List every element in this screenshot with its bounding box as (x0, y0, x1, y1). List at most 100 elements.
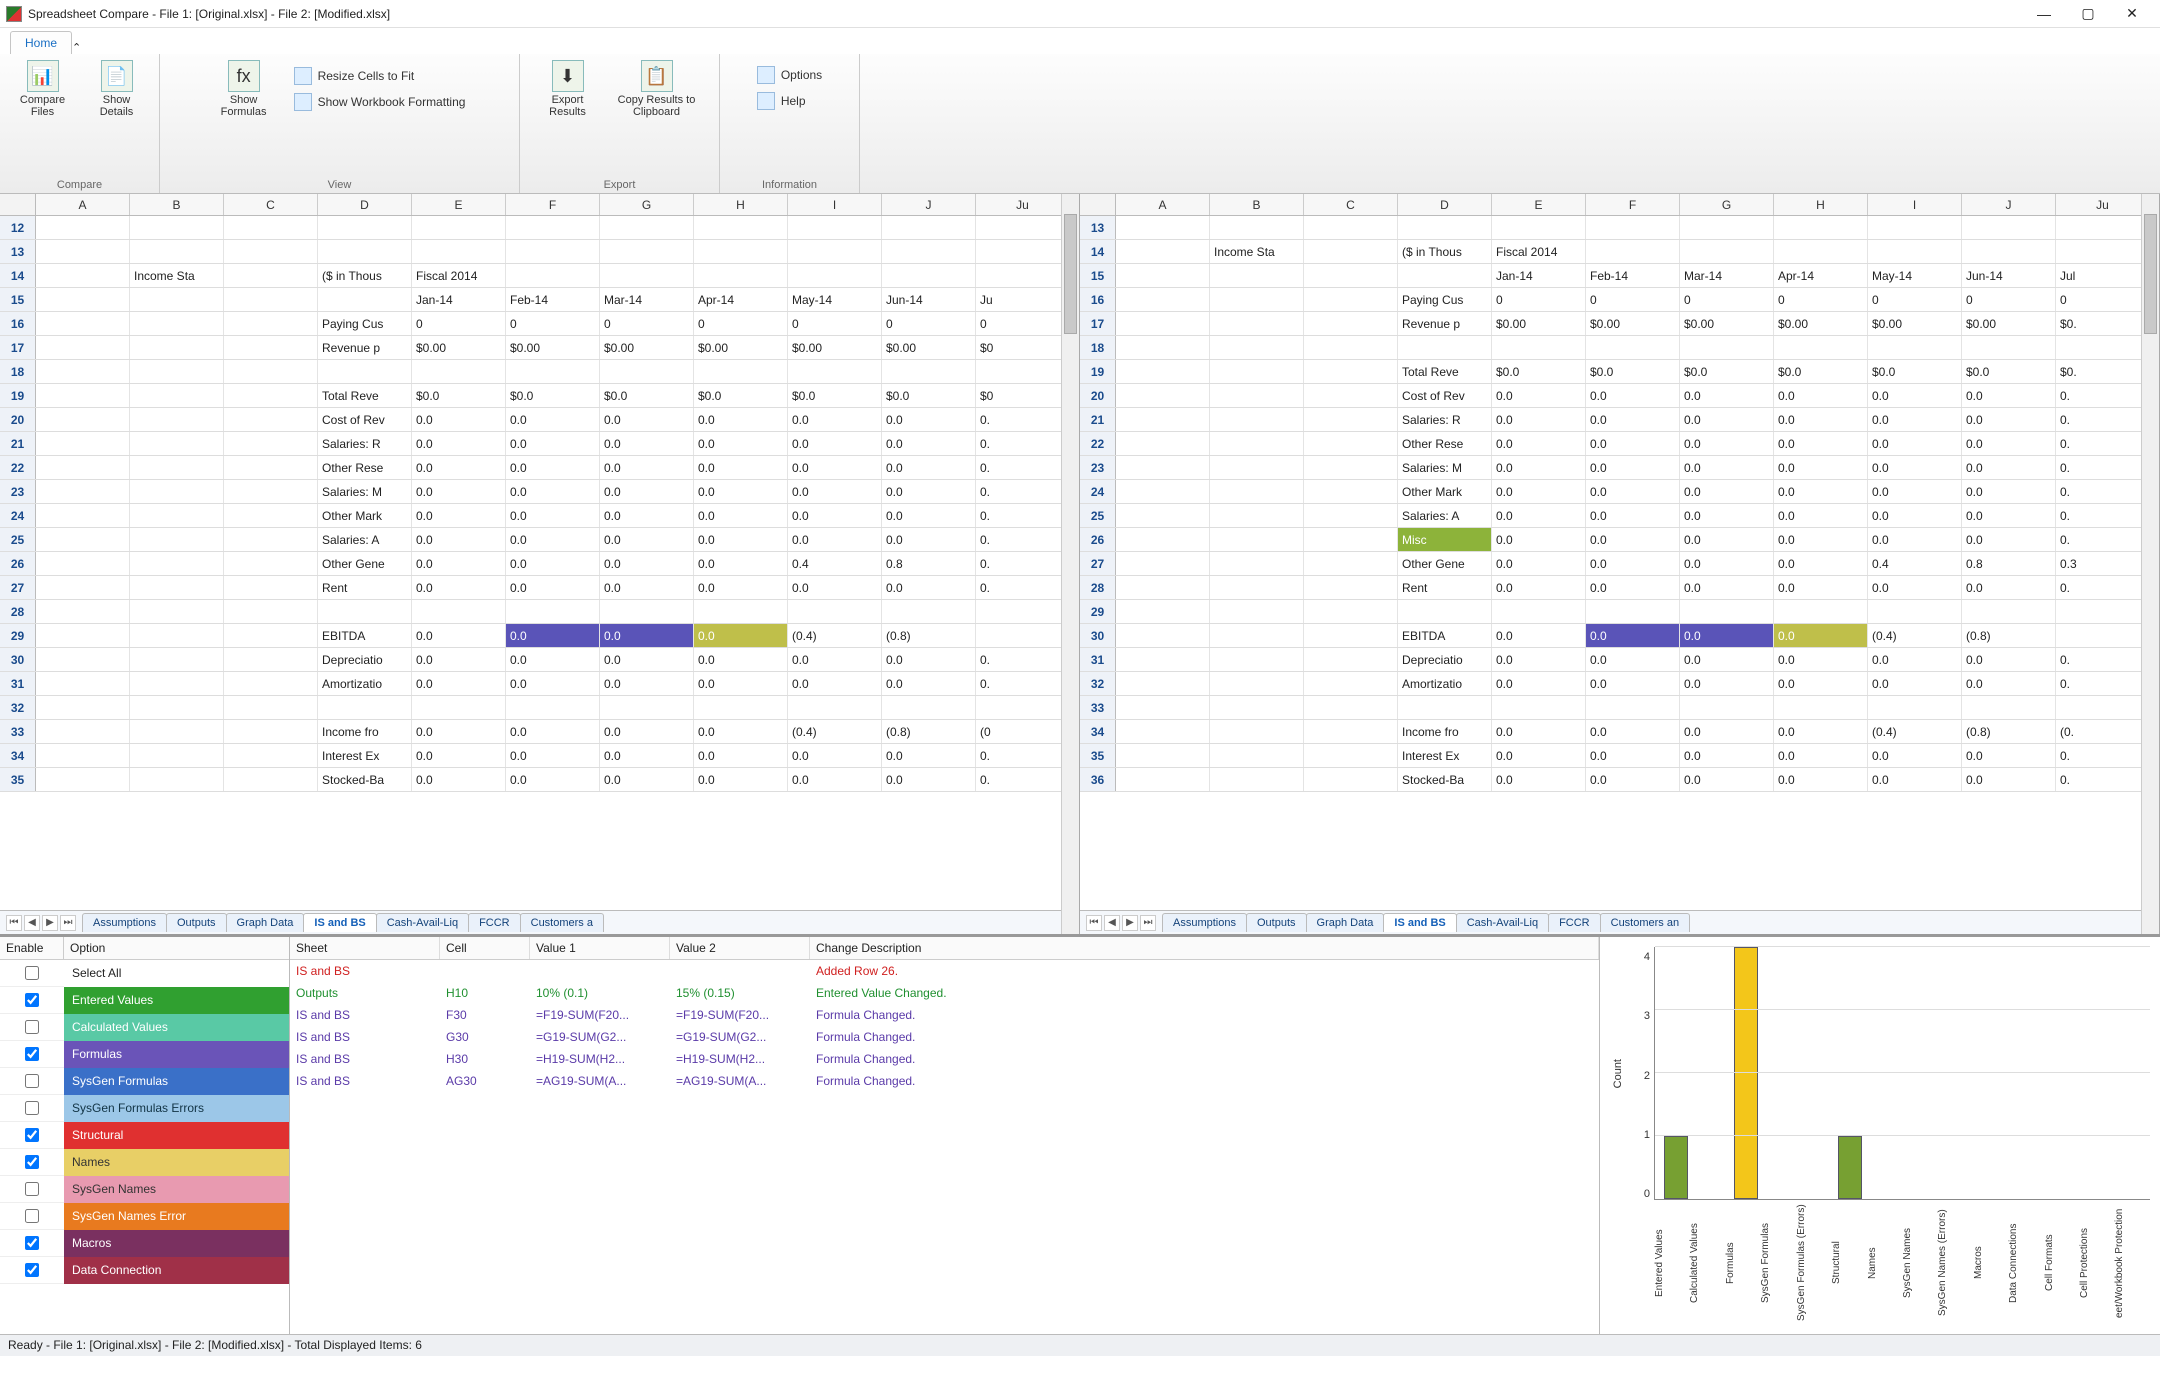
sheet-tab[interactable]: Customers an (1600, 913, 1690, 932)
cell[interactable]: 0.0 (1680, 768, 1774, 791)
cell[interactable]: 0.0 (1586, 720, 1680, 743)
cell[interactable]: 0.0 (1680, 648, 1774, 671)
cell[interactable]: $0.0 (506, 384, 600, 407)
option-checkbox[interactable] (25, 966, 39, 980)
right-scrollbar[interactable] (2141, 194, 2159, 934)
cell[interactable]: $0.0 (882, 384, 976, 407)
cell[interactable] (130, 720, 224, 743)
cell[interactable]: 0.0 (1586, 432, 1680, 455)
row-header[interactable]: 17 (0, 336, 36, 359)
option-label[interactable]: SysGen Formulas Errors (64, 1095, 289, 1122)
cell[interactable]: 0.0 (506, 408, 600, 431)
cell[interactable] (882, 600, 976, 623)
cell[interactable] (1210, 336, 1304, 359)
cell[interactable] (36, 216, 130, 239)
row-header[interactable]: 16 (0, 312, 36, 335)
cell[interactable]: 0.0 (506, 672, 600, 695)
cell[interactable]: 0.0 (882, 432, 976, 455)
cell[interactable]: 0.0 (694, 456, 788, 479)
cell[interactable]: 0.0 (1586, 648, 1680, 671)
cell[interactable] (224, 552, 318, 575)
cell[interactable] (1304, 576, 1398, 599)
cell[interactable] (130, 624, 224, 647)
row-header[interactable]: 21 (1080, 408, 1116, 431)
cell[interactable]: Fiscal 2014 (412, 264, 506, 287)
cell[interactable]: 0.0 (1680, 528, 1774, 551)
cell[interactable] (1116, 744, 1210, 767)
cell[interactable]: 0.0 (1492, 384, 1586, 407)
cell[interactable]: 0.0 (412, 456, 506, 479)
diff-row[interactable]: IS and BSAG30=AG19-SUM(A...=AG19-SUM(A..… (290, 1070, 1599, 1092)
cell[interactable] (36, 528, 130, 551)
row-header[interactable]: 27 (1080, 552, 1116, 575)
cell[interactable] (2056, 336, 2150, 359)
cell[interactable] (1398, 216, 1492, 239)
cell[interactable] (130, 432, 224, 455)
cell[interactable]: 0 (506, 312, 600, 335)
cell[interactable] (694, 600, 788, 623)
cell[interactable] (1210, 432, 1304, 455)
row-header[interactable]: 29 (0, 624, 36, 647)
cell[interactable]: 0.0 (506, 648, 600, 671)
cell[interactable]: 0.0 (1492, 552, 1586, 575)
cell[interactable]: 0.0 (1962, 408, 2056, 431)
option-checkbox[interactable] (25, 1182, 39, 1196)
cell[interactable] (130, 456, 224, 479)
cell[interactable] (1304, 648, 1398, 671)
cell[interactable]: $0.00 (1774, 312, 1868, 335)
cell[interactable]: 0.0 (600, 672, 694, 695)
cell[interactable]: 0.0 (1774, 576, 1868, 599)
cell[interactable]: Salaries: M (1398, 456, 1492, 479)
cell[interactable] (1868, 600, 1962, 623)
cell[interactable] (1962, 600, 2056, 623)
cell[interactable]: Feb-14 (506, 288, 600, 311)
column-header[interactable]: Ju (976, 194, 1070, 215)
row-header[interactable]: 28 (0, 600, 36, 623)
cell[interactable] (882, 696, 976, 719)
cell[interactable]: Amortizatio (318, 672, 412, 695)
cell[interactable]: 0.0 (882, 768, 976, 791)
row-header[interactable]: 19 (1080, 360, 1116, 383)
cell[interactable]: 0.0 (694, 528, 788, 551)
cell[interactable] (36, 504, 130, 527)
cell[interactable]: 0.0 (694, 576, 788, 599)
option-checkbox[interactable] (25, 1209, 39, 1223)
cell[interactable]: 0. (976, 576, 1070, 599)
cell[interactable] (1586, 336, 1680, 359)
cell[interactable] (1210, 576, 1304, 599)
cell[interactable]: 0.0 (600, 552, 694, 575)
cell[interactable]: 0.0 (1774, 624, 1868, 647)
column-header[interactable]: G (600, 194, 694, 215)
row-header[interactable]: 22 (0, 456, 36, 479)
compare-files-button[interactable]: 📊Compare Files (13, 60, 73, 118)
cell[interactable] (694, 696, 788, 719)
cell[interactable]: 0.0 (882, 648, 976, 671)
cell[interactable]: Misc (1398, 528, 1492, 551)
cell[interactable] (318, 696, 412, 719)
row-header[interactable]: 21 (0, 432, 36, 455)
cell[interactable] (506, 600, 600, 623)
cell[interactable]: 0.0 (1492, 432, 1586, 455)
option-label[interactable]: Names (64, 1149, 289, 1176)
cell[interactable]: 0. (976, 456, 1070, 479)
cell[interactable] (36, 360, 130, 383)
cell[interactable] (36, 624, 130, 647)
show-details-button[interactable]: 📄Show Details (87, 60, 147, 118)
option-checkbox[interactable] (25, 1155, 39, 1169)
cell[interactable]: 0 (788, 312, 882, 335)
cell[interactable] (1304, 672, 1398, 695)
row-header[interactable]: 16 (1080, 288, 1116, 311)
cell[interactable] (1304, 480, 1398, 503)
cell[interactable]: 0.0 (412, 648, 506, 671)
cell[interactable]: $0.0 (1868, 360, 1962, 383)
cell[interactable]: 0.0 (1962, 528, 2056, 551)
diff-row[interactable]: IS and BSF30=F19-SUM(F20...=F19-SUM(F20.… (290, 1004, 1599, 1026)
cell[interactable]: Revenue p (318, 336, 412, 359)
cell[interactable] (224, 408, 318, 431)
cell[interactable]: 0.0 (1868, 648, 1962, 671)
cell[interactable] (36, 312, 130, 335)
cell[interactable]: 0.0 (412, 504, 506, 527)
cell[interactable]: 0 (882, 312, 976, 335)
cell[interactable] (976, 264, 1070, 287)
cell[interactable]: 0.0 (1962, 576, 2056, 599)
